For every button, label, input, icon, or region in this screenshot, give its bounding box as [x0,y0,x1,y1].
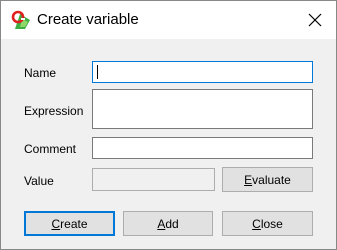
comment-label: Comment [24,142,77,156]
close-button-label-post: lose [260,216,283,231]
close-icon [308,13,322,27]
comment-input[interactable] [92,137,313,159]
create-button-label-post: reate [60,216,88,231]
evaluate-button[interactable]: Evaluate [222,167,313,192]
create-variable-dialog: Create variable Name Expression Comment … [0,0,337,250]
name-label: Name [24,66,57,80]
evaluate-button-accel: E [244,172,253,187]
value-label: Value [24,174,54,188]
app-variable-icon [11,10,30,29]
add-button[interactable]: Add [123,211,213,236]
close-window-button[interactable] [294,1,336,39]
expression-label: Expression [24,104,84,118]
evaluate-button-label-post: valuate [252,172,291,187]
name-input[interactable] [92,61,313,83]
expression-input[interactable] [92,89,313,129]
title-bar: Create variable [1,1,336,39]
close-button[interactable]: Close [222,211,313,236]
add-button-accel: A [157,216,166,231]
value-output [92,168,215,191]
add-button-label-post: dd [165,216,179,231]
create-button[interactable]: Create [24,211,115,236]
window-title: Create variable [37,11,139,28]
close-button-accel: C [252,216,261,231]
text-caret [97,65,98,79]
create-button-accel: C [51,216,61,231]
